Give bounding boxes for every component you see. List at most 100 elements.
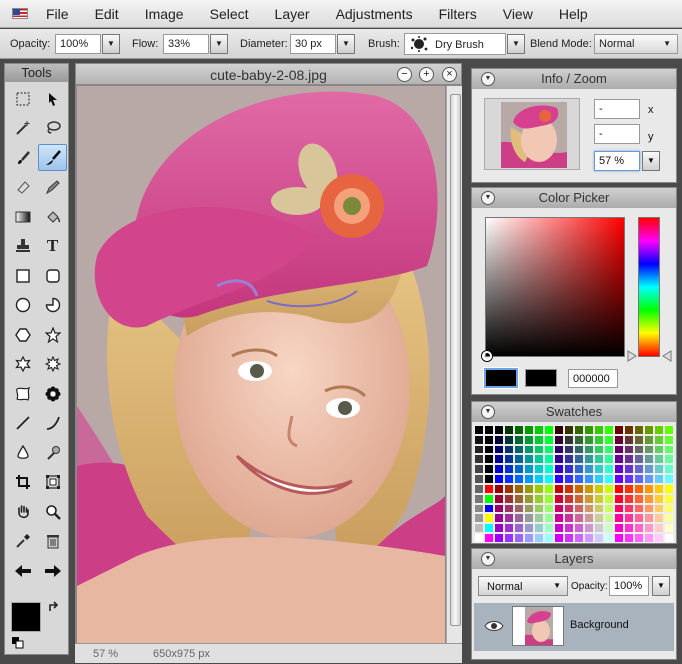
- tool-gradient-icon[interactable]: [8, 203, 37, 230]
- swatch-cell[interactable]: [634, 444, 644, 455]
- swatch-cell[interactable]: [504, 523, 514, 534]
- swatch-cell[interactable]: [534, 454, 544, 465]
- menu-select[interactable]: Select: [210, 6, 249, 22]
- swatch-cell[interactable]: [654, 493, 664, 504]
- swatch-cell[interactable]: [574, 434, 584, 445]
- swatch-cell[interactable]: [564, 483, 574, 494]
- tool-lasso-icon[interactable]: [38, 115, 67, 142]
- maximize-icon[interactable]: +: [419, 67, 434, 82]
- swatch-cell[interactable]: [554, 474, 564, 484]
- swatch-cell[interactable]: [474, 474, 484, 484]
- swatch-cell[interactable]: [644, 474, 654, 484]
- swatch-cell[interactable]: [664, 444, 674, 455]
- tool-bucket-icon[interactable]: [38, 203, 67, 230]
- swatch-cell[interactable]: [604, 464, 614, 475]
- swatch-cell[interactable]: [624, 434, 634, 445]
- tool-redo-icon[interactable]: [38, 557, 67, 584]
- swatch-cell[interactable]: [664, 434, 674, 445]
- swatch-cell[interactable]: [654, 483, 664, 494]
- swatch-cell[interactable]: [554, 434, 564, 445]
- swatch-cell[interactable]: [584, 454, 594, 465]
- swatch-cell[interactable]: [624, 493, 634, 504]
- swatch-cell[interactable]: [594, 483, 604, 494]
- swatch-cell[interactable]: [474, 444, 484, 455]
- swatch-cell[interactable]: [594, 425, 604, 435]
- swatch-cell[interactable]: [624, 533, 634, 543]
- swatch-cell[interactable]: [634, 513, 644, 524]
- swatch-cell[interactable]: [474, 503, 484, 514]
- swatch-cell[interactable]: [554, 464, 564, 475]
- swatch-cell[interactable]: [644, 493, 654, 504]
- tool-line-icon[interactable]: [8, 410, 37, 437]
- swatch-cell[interactable]: [524, 513, 534, 524]
- swatch-cell[interactable]: [584, 425, 594, 435]
- swatch-cell[interactable]: [544, 523, 554, 534]
- swatch-cell[interactable]: [554, 513, 564, 524]
- tool-blob-icon[interactable]: [8, 380, 37, 407]
- swatch-cell[interactable]: [584, 533, 594, 543]
- color-picker-cursor[interactable]: [482, 351, 492, 361]
- swatch-cell[interactable]: [524, 503, 534, 514]
- swatch-cell[interactable]: [574, 523, 584, 534]
- swatch-cell[interactable]: [564, 503, 574, 514]
- swatch-cell[interactable]: [644, 464, 654, 475]
- swatch-cell[interactable]: [504, 434, 514, 445]
- swatch-cell[interactable]: [564, 434, 574, 445]
- swatch-cell[interactable]: [474, 523, 484, 534]
- swatch-cell[interactable]: [654, 523, 664, 534]
- swatch-cell[interactable]: [514, 483, 524, 494]
- layer-blend-mode-select[interactable]: Normal ▼: [478, 576, 568, 596]
- swatch-cell[interactable]: [634, 533, 644, 543]
- swatch-cell[interactable]: [494, 454, 504, 465]
- collapse-toggle-icon[interactable]: ▼: [481, 191, 495, 205]
- cursor-y-field[interactable]: -: [594, 124, 640, 144]
- swatch-cell[interactable]: [644, 444, 654, 455]
- swatch-cell[interactable]: [544, 503, 554, 514]
- swatch-cell[interactable]: [564, 425, 574, 435]
- swatch-cell[interactable]: [564, 464, 574, 475]
- swatch-cell[interactable]: [554, 425, 564, 435]
- swatch-cell[interactable]: [554, 493, 564, 504]
- eye-visibility-icon[interactable]: [484, 619, 504, 633]
- swatch-cell[interactable]: [644, 425, 654, 435]
- swatch-cell[interactable]: [594, 503, 604, 514]
- swatch-cell[interactable]: [574, 425, 584, 435]
- swatch-cell[interactable]: [524, 483, 534, 494]
- swatch-cell[interactable]: [664, 503, 674, 514]
- swatch-cell[interactable]: [654, 434, 664, 445]
- swatch-cell[interactable]: [634, 503, 644, 514]
- swatch-cell[interactable]: [654, 464, 664, 475]
- swatch-cell[interactable]: [514, 513, 524, 524]
- tool-zoom-icon[interactable]: [38, 498, 67, 525]
- layer-opacity-dropdown-button[interactable]: ▼: [652, 576, 670, 596]
- collapse-toggle-icon[interactable]: ▼: [481, 405, 495, 419]
- swatch-cell[interactable]: [494, 434, 504, 445]
- swatch-cell[interactable]: [534, 474, 544, 484]
- swatch-cell[interactable]: [644, 434, 654, 445]
- swatch-cell[interactable]: [544, 533, 554, 543]
- opacity-dropdown-button[interactable]: ▼: [102, 34, 120, 54]
- swatch-cell[interactable]: [584, 444, 594, 455]
- swatch-cell[interactable]: [554, 523, 564, 534]
- swatch-cell[interactable]: [474, 464, 484, 475]
- saturation-value-field[interactable]: [485, 217, 625, 357]
- swatch-cell[interactable]: [534, 503, 544, 514]
- swatch-cell[interactable]: [604, 533, 614, 543]
- swatch-cell[interactable]: [584, 434, 594, 445]
- tool-eyedropper-icon[interactable]: [8, 528, 37, 555]
- hue-slider[interactable]: [638, 217, 660, 357]
- swatch-cell[interactable]: [544, 444, 554, 455]
- swatch-cell[interactable]: [614, 493, 624, 504]
- swatch-cell[interactable]: [614, 434, 624, 445]
- diameter-field[interactable]: 30 px: [290, 34, 336, 54]
- swatch-cell[interactable]: [604, 483, 614, 494]
- swatch-cell[interactable]: [604, 493, 614, 504]
- swatch-cell[interactable]: [564, 493, 574, 504]
- swatch-cell[interactable]: [644, 513, 654, 524]
- swatch-cell[interactable]: [644, 454, 654, 465]
- swatch-cell[interactable]: [574, 533, 584, 543]
- swatch-cell[interactable]: [534, 444, 544, 455]
- swatch-cell[interactable]: [524, 523, 534, 534]
- swatch-cell[interactable]: [484, 513, 494, 524]
- swatch-cell[interactable]: [584, 464, 594, 475]
